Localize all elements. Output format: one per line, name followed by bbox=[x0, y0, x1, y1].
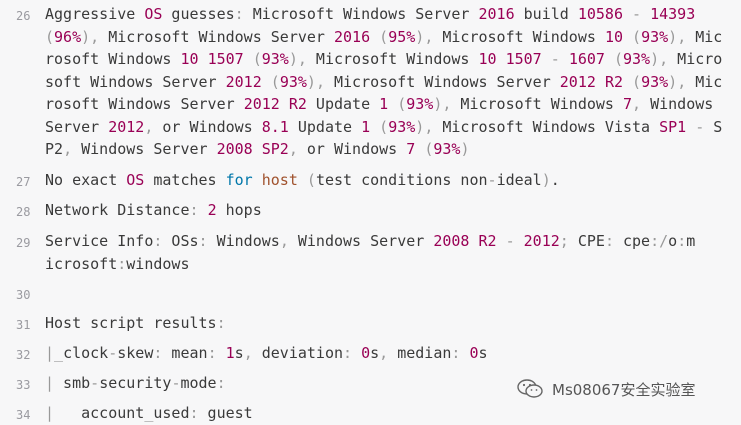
code-text: No exact OS matches for host (test condi… bbox=[45, 171, 560, 189]
line-number: 31 bbox=[16, 318, 31, 332]
line-number: 29 bbox=[16, 236, 31, 250]
code-text: icrosoft:windows bbox=[45, 254, 190, 273]
wechat-icon bbox=[517, 379, 543, 398]
line-number: 32 bbox=[16, 348, 31, 362]
code-text: | account_used: guest bbox=[45, 404, 253, 422]
watermark-text: Ms08067安全实验室 bbox=[552, 380, 696, 399]
code-text: Host script results: bbox=[45, 314, 226, 332]
code-text: rosoft Windows 10 1507 (93%), Microsoft … bbox=[45, 50, 723, 68]
line-number: 33 bbox=[16, 378, 31, 392]
watermark: Ms08067安全实验室 bbox=[516, 378, 695, 400]
code-text: Network Distance: 2 hops bbox=[45, 201, 262, 219]
line-number: 26 bbox=[16, 9, 31, 23]
line-number: 34 bbox=[16, 408, 31, 422]
code-text: Aggressive OS guesses: Microsoft Windows… bbox=[45, 5, 696, 23]
line-number: 27 bbox=[16, 175, 31, 189]
line-number: 30 bbox=[16, 288, 31, 302]
code-text: soft Windows Server 2012 (93%), Microsof… bbox=[45, 72, 723, 91]
code-text: Service Info: OSs: Windows, Windows Serv… bbox=[45, 232, 696, 250]
line-number: 28 bbox=[16, 205, 31, 219]
code-text: Server 2012, or Windows 8.1 Update 1 (93… bbox=[45, 117, 723, 136]
code-text: rosoft Windows Server 2012 R2 Update 1 (… bbox=[45, 95, 714, 113]
code-text: P2, Windows Server 2008 SP2, or Windows … bbox=[45, 140, 470, 158]
code-text: (96%), Microsoft Windows Server 2016 (95… bbox=[45, 27, 723, 46]
code-text: |_clock-skew: mean: 1s, deviation: 0s, m… bbox=[45, 344, 488, 362]
